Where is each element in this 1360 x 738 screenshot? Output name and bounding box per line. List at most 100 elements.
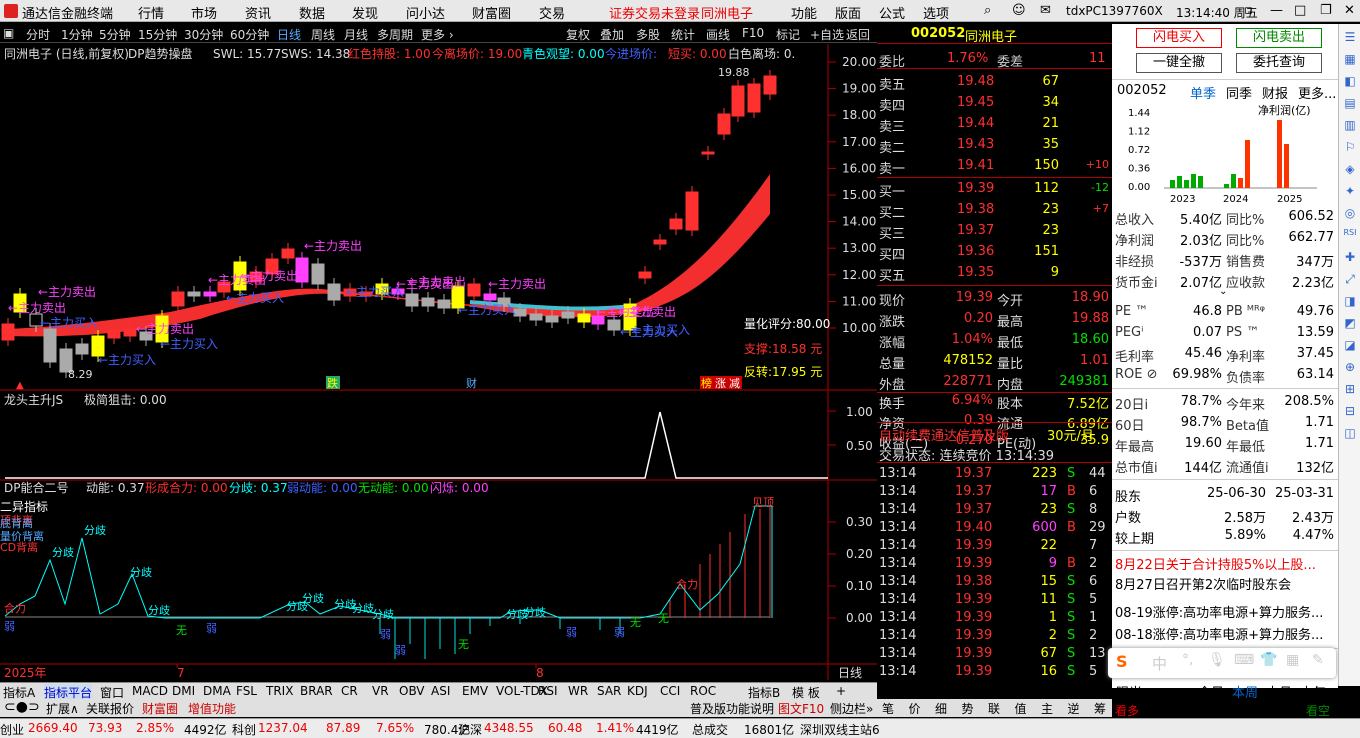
indicator-tab[interactable]: ROC [690, 684, 716, 698]
rsi-icon[interactable]: RSI [1341, 228, 1359, 237]
tab-15min[interactable]: 15分钟 [138, 26, 177, 43]
ime-grid-icon[interactable]: ▦ [1286, 652, 1299, 668]
diamond-icon[interactable]: ◈ [1341, 162, 1359, 176]
btn-adjust[interactable]: 复权 [566, 26, 590, 43]
btn-related[interactable]: 关联报价 [86, 700, 134, 717]
btn-expand[interactable]: 扩展∧ [46, 700, 79, 717]
menu-options[interactable]: 选项 [923, 3, 949, 22]
expand-icon[interactable]: ⌄ [1219, 286, 1227, 297]
add-icon[interactable]: ⊕ [1341, 360, 1359, 374]
ime-skin-icon[interactable]: 👕 [1260, 652, 1277, 668]
restore-icon[interactable]: □ [1294, 3, 1306, 18]
quote-tab[interactable]: 值 [1015, 700, 1027, 717]
quote-row[interactable]: 卖五 19.48 67 [877, 72, 1112, 93]
btn-mark[interactable]: 标记 [776, 26, 800, 43]
close-icon[interactable]: ✕ [1344, 3, 1355, 18]
quote-row[interactable]: 买四 19.36 151 [877, 242, 1112, 263]
chart-area[interactable]: 同洲电子 (日线,前复权) DP趋势操盘 SWL: 15.77 SWS: 14.… [0, 44, 877, 680]
columns-icon[interactable]: ▥ [1341, 118, 1359, 132]
flag-icon[interactable]: ⚐ [1341, 140, 1359, 154]
news-item[interactable]: 8月27日召开第2次临时股东会 [1115, 574, 1335, 594]
tile-icon[interactable]: ⊞ [1341, 382, 1359, 396]
quote-tab[interactable]: 价 [909, 700, 921, 717]
ime-mic-icon[interactable]: 🎙 [1208, 652, 1226, 668]
menu-wealth[interactable]: 财富圈 [472, 3, 511, 22]
btn-back[interactable]: 返回 [846, 26, 870, 43]
quote-row[interactable]: 卖四 19.45 34 [877, 93, 1112, 114]
indicator-tab[interactable]: OBV [399, 684, 425, 698]
marker-limitup[interactable]: 涨 [715, 377, 726, 390]
view-icon[interactable]: ◫ [1341, 426, 1359, 440]
quote-row[interactable]: 卖二 19.43 35 [877, 135, 1112, 156]
tab-5min[interactable]: 5分钟 [99, 26, 131, 43]
btn-add-fav[interactable]: +自选 [810, 26, 844, 43]
collapse-icon[interactable]: ⊟ [1341, 404, 1359, 418]
indicator-tab[interactable]: FSL [236, 684, 257, 698]
plus-icon[interactable]: ✚ [1341, 250, 1359, 264]
search-icon[interactable]: ⌕ [984, 3, 991, 18]
news-item[interactable]: 8月22日关于合计持股5%以上股... [1115, 554, 1335, 574]
quote-tab[interactable]: 筹 [1094, 700, 1106, 717]
maximize-icon[interactable]: ❐ [1320, 3, 1332, 18]
tab-weekly[interactable]: 周线 [311, 26, 335, 43]
star-icon[interactable]: ✦ [1341, 184, 1359, 198]
index-field[interactable]: 科创 [232, 721, 256, 738]
layout-icon[interactable]: ◪ [1341, 338, 1359, 352]
tab-more[interactable]: 更多 › [421, 26, 454, 43]
btn-overlay[interactable]: 叠加 [600, 26, 624, 43]
marker-rank[interactable]: 榜 [701, 376, 712, 390]
flash-buy-button[interactable]: 闪电买入 [1136, 28, 1222, 48]
expand-icon[interactable]: ⤢ [1341, 272, 1359, 287]
quote-tab[interactable]: 势 [962, 700, 974, 717]
marker-reduce[interactable]: 减 [729, 377, 740, 390]
indicator-tab[interactable]: DMI [172, 684, 195, 698]
menu-hq[interactable]: 行情 [138, 3, 164, 22]
btn-sidebar[interactable]: 侧边栏» [830, 700, 873, 717]
menu-formula[interactable]: 公式 [879, 3, 905, 22]
server-name[interactable]: 深圳双线主站6 [800, 721, 880, 738]
panel-icon[interactable]: ◧ [1341, 74, 1359, 88]
quote-row[interactable]: 卖一 19.41 150 +10 [877, 156, 1112, 177]
btn-draw[interactable]: 画线 [706, 26, 730, 43]
menu-discover[interactable]: 发现 [352, 3, 378, 22]
ime-tool-icon[interactable]: ✎ [1312, 652, 1324, 668]
btn-f10[interactable]: F10 [742, 26, 764, 40]
user-icon[interactable]: ☺ [1012, 3, 1026, 18]
quote-tab[interactable]: 逆 [1068, 700, 1080, 717]
period-month[interactable]: 本月 [1266, 682, 1292, 701]
quote-tab[interactable]: 笔 [882, 700, 894, 717]
ime-toolbar[interactable]: S 中 °, 🎙 ⌨ 👕 ▦ ✎ [1108, 648, 1336, 678]
quote-tab[interactable]: 细 [935, 700, 947, 717]
kline-svg[interactable]: 同洲电子 (日线,前复权) DP趋势操盘 SWL: 15.77 SWS: 14.… [0, 44, 877, 680]
grid-icon[interactable]: ▦ [1341, 52, 1359, 66]
ime-chinese-icon[interactable]: 中 [1152, 653, 1167, 674]
ime-logo-icon[interactable]: S [1116, 652, 1128, 671]
period-today[interactable]: 今日 [1198, 682, 1224, 701]
indicator-tab[interactable]: VR [372, 684, 389, 698]
indicator-tab[interactable]: DMA [203, 684, 231, 698]
index-field[interactable]: 创业 [0, 721, 24, 738]
menu-function[interactable]: 功能 [791, 3, 817, 22]
marker-finance[interactable]: 财 [466, 376, 477, 390]
tab-multi[interactable]: 多周期 [377, 26, 413, 43]
list-icon[interactable]: ☰ [1341, 30, 1359, 44]
menu-ask[interactable]: 问小达 [406, 3, 445, 22]
indicator-tab[interactable]: + [836, 684, 846, 698]
indicator-tab[interactable]: SAR [597, 684, 621, 698]
menu-trade[interactable]: 交易 [539, 3, 565, 22]
indicator-tab[interactable]: ASI [431, 684, 450, 698]
indicator-tab[interactable]: MACD [132, 684, 168, 698]
btn-help[interactable]: 普及版功能说明 [690, 700, 774, 717]
tab-monthly[interactable]: 月线 [344, 26, 368, 43]
indicator-tab[interactable]: WR [568, 684, 588, 698]
quote-row[interactable]: 买三 19.37 23 [877, 221, 1112, 242]
flash-sell-button[interactable]: 闪电卖出 [1236, 28, 1322, 48]
btn-multistock[interactable]: 多股 [636, 26, 660, 43]
indicator-tab[interactable]: KDJ [627, 684, 648, 698]
menu-news[interactable]: 资讯 [245, 3, 271, 22]
quote-tab[interactable]: 主 [1041, 700, 1053, 717]
quote-row[interactable]: 买五 19.35 9 [877, 263, 1112, 284]
tab-daily[interactable]: 日线 [277, 26, 301, 43]
indicator-tab[interactable]: CR [341, 684, 358, 698]
ime-keyboard-icon[interactable]: ⌨ [1234, 652, 1254, 668]
